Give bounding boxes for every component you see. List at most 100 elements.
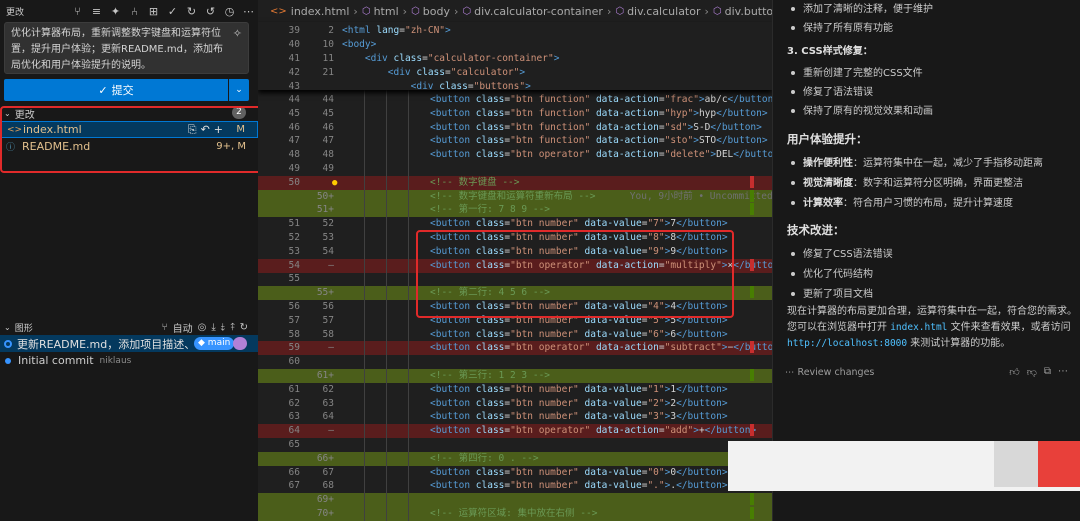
line-number-new: 10 [322,39,334,50]
line-number-old: 60 [288,356,300,368]
line-number-old: 39 [288,25,300,36]
code-line[interactable]: 49 49 [258,162,772,176]
added-code-line[interactable]: 70+ <!-- 运算符区域: 集中放在右侧 --> [258,507,772,521]
code-line[interactable]: 46 46 <button class="btn function" data-ac… [258,121,772,135]
refresh-icon[interactable]: ↻ [240,322,248,333]
deleted-code-line[interactable]: 59 — <button class="btn operator" data-act… [258,341,772,356]
thumbs-up-icon[interactable]: 👍︎ [1009,366,1019,378]
line-number-new: 69+ [316,494,334,506]
diff-marker [750,203,754,216]
line-number-new: 61+ [316,370,334,381]
code-text: <!-- 第三行: 1 2 3 --> [430,370,551,381]
breadcrumb-item[interactable]: div.calculator [627,5,700,18]
chat-list-item: 保持了所有原有功能 [791,19,893,34]
branch-compare-icon[interactable]: ⑃ [127,4,142,19]
line-number-old: 51 [288,218,300,230]
lightbulb-icon[interactable]: ● [332,176,337,190]
line-number-new: 45 [322,107,334,119]
code-line[interactable]: 60 [258,355,772,369]
code-line[interactable]: 58 58 <button class="btn number" data-valu… [258,328,772,342]
breadcrumb-item[interactable]: body [423,5,450,18]
line-number-old: 59 [288,342,300,354]
check-icon: ✓ [98,83,108,97]
graph-commit-row[interactable]: 更新README.md，添加项目描述、功... ◆ main [0,335,258,352]
sparkle-icon[interactable]: ✦ [108,4,123,19]
refresh-icon[interactable]: ↻ [184,4,199,19]
line-number-old: 65 [288,439,300,450]
line-number-old: 61 [288,383,300,395]
commit-author: niklaus [99,355,132,366]
redaction-overlay [1038,441,1080,487]
branch-icon[interactable]: ⑂ [70,4,85,19]
push-icon[interactable]: ⤉ [230,322,234,333]
breadcrumb-item[interactable]: html [374,5,399,18]
inline-code-link[interactable]: http://localhost:8000 [787,338,907,349]
line-number-new: 48 [322,149,334,161]
chat-list-item: 计算效率：符合用户习惯的布局，提升计算速度 [791,194,1013,209]
diff-icon[interactable]: ⊞ [146,4,161,19]
commit-message-input[interactable]: 优化计算器布局，重新调整数字键盘和运算符位置，提升用户体验；更新README.m… [4,22,249,74]
breadcrumb-item[interactable]: div.calculator-container [474,5,603,18]
code-line[interactable]: 40 10 <body> [258,38,772,52]
inline-code[interactable]: index.html [890,322,947,333]
pull-icon[interactable]: ⤈ [221,322,225,333]
line-number-old: 43 [288,81,300,92]
branch-icon[interactable]: ⑂ [162,322,168,333]
diff-marker [750,369,754,381]
code-text: <!-- 第一行: 7 8 9 --> [430,204,551,216]
chat-heading: 技术改进： [787,223,845,237]
indent-guide [408,90,409,521]
code-line[interactable]: 66 67 <button class="btn number" data-valu… [258,466,772,480]
copy-icon[interactable]: ⧉ [1044,366,1051,378]
check-icon[interactable]: ✓ [165,4,180,19]
summary-line: http://localhost:8000 来测试计算器的功能。 [787,336,1077,352]
more-icon[interactable]: ⋯ [1058,366,1068,378]
diff-marker [750,493,754,506]
summary-line: 您可以在浏览器中打开 index.html 文件来查看效果，或者访问 [787,320,1077,336]
more-icon[interactable]: ⋯ [241,4,256,19]
bullet-icon [791,71,795,75]
code-line[interactable]: 45 45 <button class="btn function" data-ac… [258,107,772,121]
indent-guide [386,90,387,521]
line-number-new: 57 [322,314,334,326]
code-line[interactable]: 62 63 <button class="btn number" data-valu… [258,397,772,411]
breadcrumb-item[interactable]: div.buttons [725,5,772,18]
history-icon[interactable]: ◷ [222,4,237,19]
graph-commit-row[interactable]: Initial commit niklaus [0,352,258,369]
bullet-icon [791,252,795,256]
added-code-line[interactable]: 50+ <!-- 数字键盘和运算符重新布局 --> You, 9小时前 • Unc… [258,189,772,204]
code-line[interactable]: 41 11 <div class="calculator-container"> [258,52,772,66]
fetch-icon[interactable]: ⤓ [211,322,215,333]
code-line[interactable]: 48 48 <button class="btn operator" data-ac… [258,148,772,162]
undo-icon[interactable]: ↺ [203,4,218,19]
added-code-line[interactable]: 69+ [258,493,772,508]
code-line[interactable]: 67 68 <button class="btn number" data-valu… [258,479,772,493]
review-changes-link[interactable]: ⋯ Review changes [785,367,874,378]
generate-message-icon[interactable]: ✧ [233,27,242,40]
added-code-line[interactable]: 61+ <!-- 第三行: 1 2 3 --> [258,369,772,383]
deleted-code-line[interactable]: 50 <!-- 数字键盘 --> ● [258,175,772,190]
graph-auto-label[interactable]: 自动 [173,320,193,335]
commit-button[interactable]: ✓ 提交 [4,79,228,101]
code-line[interactable]: 42 21 <div class="calculator"> [258,66,772,80]
code-line[interactable]: 44 44 <button class="btn function" data-ac… [258,93,772,107]
code-line[interactable]: 65 [258,438,772,452]
code-line[interactable]: 47 47 <button class="btn function" data-ac… [258,134,772,148]
sticky-scroll-header[interactable]: 39 2 <html lang="zh-CN"> 40 10 <body> 41 11 <di… [258,22,772,92]
code-text: <div class="calculator-container"> [364,53,560,64]
graph-section-header[interactable]: ⌄ 图形 ⑂ 自动 ◎ ⤓ ⤈ ⤉ ↻ [0,318,258,336]
deleted-code-line[interactable]: 64 — <button class="btn operator" data-act… [258,424,772,439]
chat-item-text: 修复了语法错误 [803,87,873,98]
added-code-line[interactable]: 51+ <!-- 第一行: 7 8 9 --> [258,203,772,218]
commit-dropdown-button[interactable]: ⌄ [229,79,249,101]
code-line[interactable]: 61 62 <button class="btn number" data-valu… [258,383,772,397]
line-number-new: 49 [322,163,334,174]
code-line[interactable]: 43 <div class="buttons"> [258,80,772,94]
code-line[interactable]: 63 64 <button class="btn number" data-valu… [258,410,772,424]
breadcrumb-item[interactable]: index.html [291,5,350,18]
added-code-line[interactable]: 66+ <!-- 第四行: 0 . --> [258,451,772,466]
target-icon[interactable]: ◎ [198,322,207,333]
code-line[interactable]: 39 2 <html lang="zh-CN"> [258,24,772,38]
list-icon[interactable]: ≡ [89,4,104,19]
thumbs-down-icon[interactable]: 👎︎ [1027,366,1037,378]
